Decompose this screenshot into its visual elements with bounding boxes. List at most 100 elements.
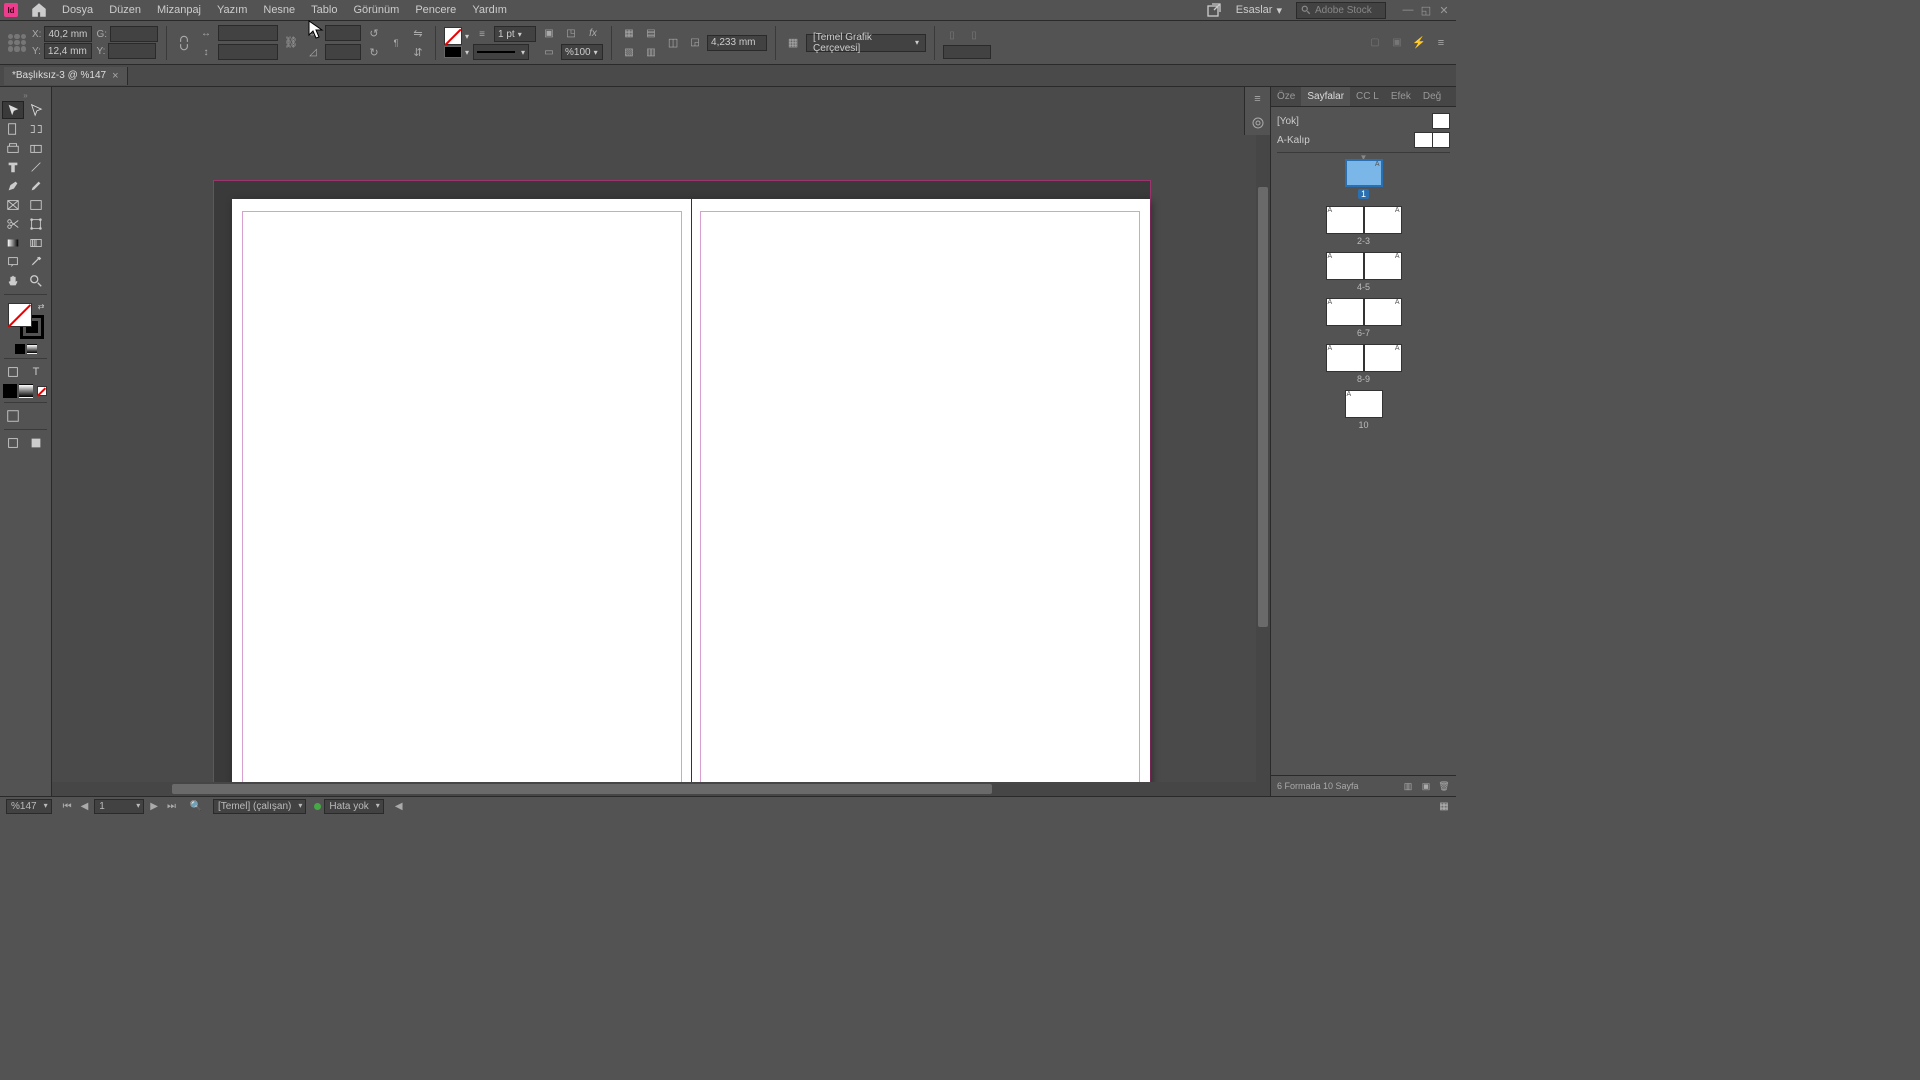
align-to-select[interactable]: [943, 45, 991, 59]
y-input[interactable]: [44, 43, 92, 59]
spread[interactable]: [232, 199, 1150, 782]
page-thumb-2[interactable]: A: [1326, 206, 1364, 234]
auto-fit-icon[interactable]: ▣: [540, 24, 558, 42]
normal-view-icon[interactable]: [2, 434, 24, 452]
page-dropdown[interactable]: 1: [94, 799, 144, 814]
gradient-feather-tool[interactable]: [25, 234, 47, 252]
toggle-structure-icon[interactable]: ▦: [1438, 801, 1450, 813]
corner-radius-input[interactable]: [707, 35, 767, 51]
align-center-icon[interactable]: ▯: [965, 26, 983, 44]
rectangle-frame-tool[interactable]: [2, 196, 24, 214]
scissors-tool[interactable]: [2, 215, 24, 233]
scale-y-input[interactable]: [218, 44, 278, 60]
menu-nesne[interactable]: Nesne: [255, 1, 303, 19]
rotate-input[interactable]: [325, 25, 361, 41]
fit-frame-icon[interactable]: ▣: [1388, 34, 1406, 52]
type-tool[interactable]: [2, 158, 24, 176]
shear-input[interactable]: [325, 44, 361, 60]
page-thumb-10[interactable]: A: [1345, 390, 1383, 418]
fill-stroke-proxy[interactable]: ⇄: [8, 303, 44, 339]
reference-point[interactable]: [6, 32, 28, 54]
object-style-select[interactable]: [Temel Grafik Çerçevesi] ▾: [806, 34, 926, 52]
master-none-row[interactable]: [Yok]: [1277, 113, 1450, 129]
link-scale-icon[interactable]: ⛓: [282, 34, 300, 52]
panel-tab-properties[interactable]: Öze: [1271, 87, 1301, 106]
delete-page-icon[interactable]: 🗑: [1438, 780, 1450, 792]
constrain-icon[interactable]: [175, 34, 193, 52]
scale-x-input[interactable]: [218, 25, 278, 41]
page-thumb-7[interactable]: A: [1364, 298, 1402, 326]
default-none-icon[interactable]: [35, 384, 49, 398]
vertical-scrollbar[interactable]: [1256, 87, 1270, 782]
apply-gradient-icon[interactable]: [27, 344, 37, 354]
page-thumb-8[interactable]: A: [1326, 344, 1364, 372]
default-black-icon[interactable]: [3, 384, 17, 398]
prev-page-button[interactable]: ◀: [78, 801, 92, 812]
master-a-thumb-left[interactable]: [1414, 132, 1432, 148]
gradient-swatch-tool[interactable]: [2, 234, 24, 252]
gpu-icon[interactable]: ⚡: [1410, 34, 1428, 52]
menu-duzen[interactable]: Düzen: [101, 1, 149, 19]
zoom-dropdown[interactable]: %147: [6, 799, 52, 814]
wrap-around-icon[interactable]: ▦: [620, 24, 638, 42]
content-collector-tool[interactable]: [2, 139, 24, 157]
wrap-object-icon[interactable]: ▧: [620, 43, 638, 61]
menu-gorunum[interactable]: Görünüm: [345, 1, 407, 19]
cc-libraries-icon[interactable]: [1250, 115, 1266, 131]
chevron-down-icon[interactable]: ▾: [465, 32, 469, 41]
pencil-tool[interactable]: [25, 177, 47, 195]
menu-tablo[interactable]: Tablo: [303, 1, 345, 19]
page-thumb-5[interactable]: A: [1364, 252, 1402, 280]
effects-icon[interactable]: fx: [584, 24, 602, 42]
flip-v-icon[interactable]: ⇵: [409, 43, 427, 61]
corner-options-icon[interactable]: ◳: [562, 24, 580, 42]
align-left-icon[interactable]: ▯: [943, 26, 961, 44]
wrap-jump-icon[interactable]: ▤: [642, 24, 660, 42]
next-page-button[interactable]: ▶: [147, 801, 161, 812]
panel-tab-swatches[interactable]: Değ: [1417, 87, 1447, 106]
stock-search[interactable]: Adobe Stock: [1296, 2, 1386, 19]
chevron-down-icon[interactable]: ▾: [465, 48, 469, 57]
w-input[interactable]: [110, 26, 158, 42]
menu-pencere[interactable]: Pencere: [407, 1, 464, 19]
stroke-swatch[interactable]: [444, 46, 462, 58]
opacity-select[interactable]: %100▾: [561, 44, 603, 60]
gap-tool[interactable]: [25, 120, 47, 138]
close-tab-icon[interactable]: ×: [112, 70, 118, 82]
format-text-icon[interactable]: T: [25, 363, 47, 381]
format-container-icon[interactable]: [2, 363, 24, 381]
rectangle-tool[interactable]: [25, 196, 47, 214]
zoom-tool[interactable]: [25, 272, 47, 290]
fill-swatch[interactable]: [444, 27, 462, 45]
flip-para-icon[interactable]: ¶: [387, 34, 405, 52]
preflight-profile-dropdown[interactable]: [Temel] (çalışan): [213, 799, 306, 814]
last-page-button[interactable]: ⏭: [164, 801, 179, 812]
apply-color-icon[interactable]: [15, 344, 25, 354]
restore-button[interactable]: ◱: [1418, 4, 1434, 16]
preflight-nav-button[interactable]: ◀: [392, 801, 406, 812]
publish-online-icon[interactable]: [1206, 2, 1222, 18]
close-button[interactable]: ✕: [1436, 4, 1452, 16]
edit-page-size-icon[interactable]: ▥: [1402, 780, 1414, 792]
h-input[interactable]: [108, 43, 156, 59]
eyedropper-tool[interactable]: [25, 253, 47, 271]
menu-mizanpaj[interactable]: Mizanpaj: [149, 1, 209, 19]
line-tool[interactable]: [25, 158, 47, 176]
swap-fill-stroke-icon[interactable]: ⇄: [38, 302, 45, 311]
panel-tab-effects[interactable]: Efek: [1385, 87, 1417, 106]
new-page-icon[interactable]: ▣: [1420, 780, 1432, 792]
master-a-row[interactable]: A-Kalıp: [1277, 132, 1450, 148]
hand-tool[interactable]: [2, 272, 24, 290]
view-mode-icon[interactable]: [2, 407, 24, 425]
open-nav-icon[interactable]: 🔍: [187, 798, 205, 816]
first-page-button[interactable]: ⏮: [60, 801, 75, 812]
menu-yazim[interactable]: Yazım: [209, 1, 255, 19]
page-thumb-9[interactable]: A: [1364, 344, 1402, 372]
horizontal-scrollbar[interactable]: [52, 782, 1270, 796]
master-a-thumb-right[interactable]: [1432, 132, 1450, 148]
flip-h-icon[interactable]: ⇋: [409, 24, 427, 42]
pen-tool[interactable]: [2, 177, 24, 195]
direct-selection-tool[interactable]: [25, 101, 47, 119]
horizontal-scrollbar-thumb[interactable]: [172, 784, 992, 794]
controlbar-menu-icon[interactable]: ≡: [1432, 34, 1450, 52]
